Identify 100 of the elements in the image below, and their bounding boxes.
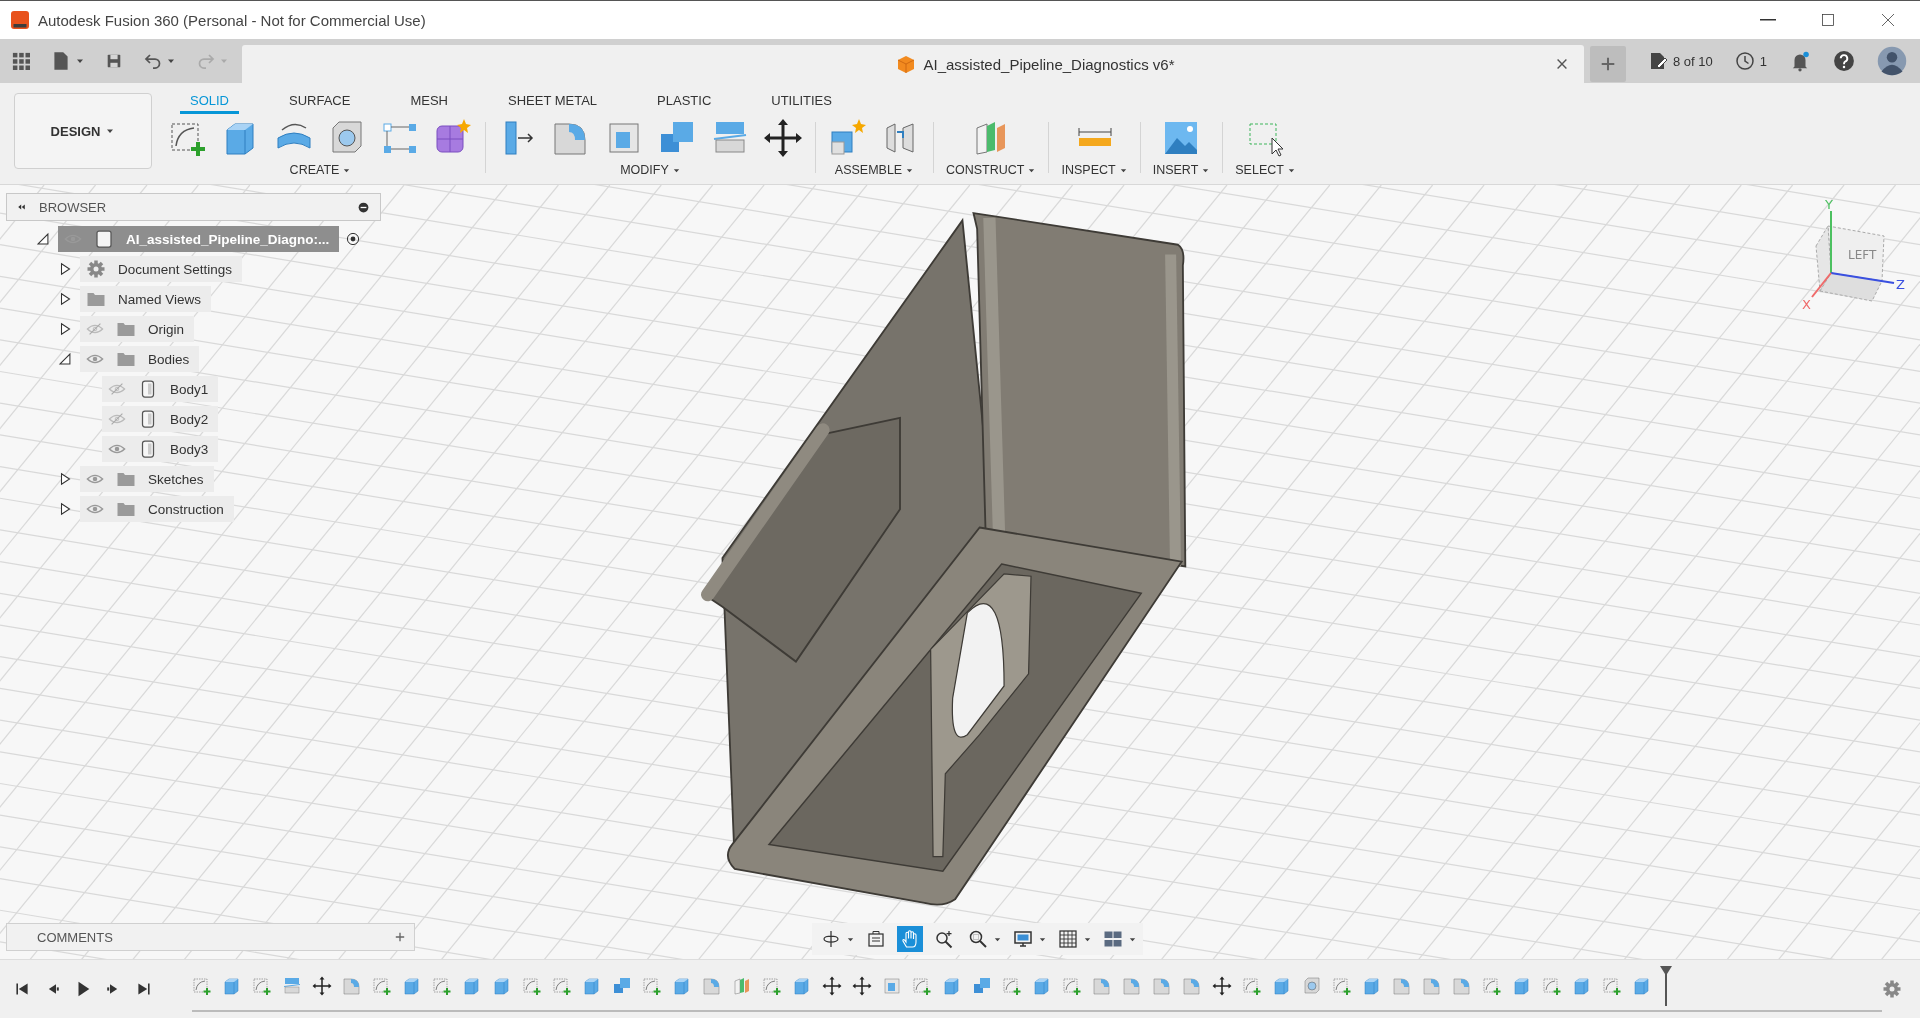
job-count: 1 [1759,53,1767,69]
clock-icon [1734,51,1755,71]
fillet-icon [1392,976,1412,996]
tree-item[interactable]: Bodies [80,346,200,372]
look-at-icon [866,929,886,949]
extrude-box-icon [402,976,422,996]
document-pencil-icon [1648,51,1668,71]
toolbar-tab[interactable]: SHEET METAL [498,93,608,114]
new-component-icon [828,118,868,158]
sketch-icon [762,976,782,996]
tool-group-menu[interactable]: SELECT [1235,163,1296,177]
undo-icon [143,51,163,71]
gear-icon [1882,979,1902,999]
workspace-dropdown[interactable]: DESIGN [14,93,152,169]
extrude-box-icon [1272,976,1292,996]
extrude-box-icon [942,976,962,996]
extrude-box-icon [462,976,482,996]
gear-icon [86,259,106,279]
plus-icon [1599,55,1617,73]
fillet-icon [342,976,362,996]
display-icon [1013,929,1033,949]
extrude-box-icon [222,976,242,996]
fillet-icon [1422,976,1442,996]
sketch-icon [1332,976,1352,996]
axis-label: Z [1896,277,1905,292]
zoom-icon [934,929,954,949]
tool-group-menu[interactable]: CREATE [289,163,352,177]
tool-group-menu[interactable]: ASSEMBLE [834,163,915,177]
tree-item[interactable]: Sketches [80,466,214,492]
save-icon [105,52,123,70]
version-count: 8 of 10 [1673,53,1713,69]
sketch-icon [372,976,392,996]
toolbar-tab[interactable]: SURFACE [279,93,361,114]
sketch-icon [522,976,542,996]
extrude-box-icon [1362,976,1382,996]
pan-hand-icon [900,929,920,949]
extrude-box-icon [1512,976,1532,996]
combine-icon [612,976,632,996]
tree-item[interactable]: Document Settings [80,256,243,282]
browser-title: BROWSER [39,199,108,215]
sketch-icon [642,976,662,996]
fillet-icon [1452,976,1472,996]
extrude-box-icon [1572,976,1592,996]
apps-grid-icon [12,52,30,70]
window-title: Autodesk Fusion 360 (Personal - Not for Commercial Use) [38,11,426,29]
comments-title: COMMENTS [37,929,114,945]
tool-group-menu[interactable]: MODIFY [620,163,681,177]
avatar-icon [1877,46,1907,76]
tool-group-menu[interactable]: INSERT [1152,163,1211,177]
sketch-icon [192,976,212,996]
combine-icon [972,976,992,996]
tool-group-menu[interactable]: CONSTRUCT [946,163,1037,177]
extrude-box-icon [492,976,512,996]
sketch-icon [552,976,572,996]
tool-group-menu[interactable]: INSPECT [1061,163,1128,177]
tree-item[interactable]: Construction [80,496,234,522]
hole-icon [1302,976,1322,996]
tree-item[interactable]: Body1 [102,376,219,402]
shell-icon [882,976,902,996]
sketch-icon [432,976,452,996]
axis-label: Y [1825,197,1833,212]
document-tab[interactable]: AI_assisted_Pipeline_Diagnostics v6* [242,45,1584,83]
component-icon [94,229,114,249]
grid-icon [1058,929,1078,949]
toolbar-tab[interactable]: MESH [400,93,458,114]
sketch-icon [1542,976,1562,996]
zoom-window-icon [968,929,988,949]
tree-item[interactable]: Body2 [102,406,219,432]
orbit-icon [821,929,841,949]
playhead-marker[interactable] [1660,966,1672,1006]
fillet-icon [1182,976,1202,996]
axis-label: X [1802,297,1811,312]
move-arrows-icon [1212,976,1232,996]
extrude-box-icon [792,976,812,996]
tree-item[interactable]: Named Views [80,286,212,312]
redo-icon [196,51,216,71]
tree-item[interactable]: Origin [80,316,194,342]
sketch-icon [912,976,932,996]
skip-start-icon [14,981,30,997]
toolbar-tab[interactable]: PLASTIC [647,93,722,114]
fillet-icon [1122,976,1142,996]
move-arrows-icon [763,118,803,158]
view-cube-drawing[interactable] [1815,225,1885,302]
target-icon [345,231,362,247]
toolbar-tab[interactable]: UTILITIES [761,93,842,114]
extrude-box-icon [1632,976,1652,996]
sketch-icon [1242,976,1262,996]
new-tab-button[interactable] [1590,46,1626,82]
cube-icon [895,54,916,74]
help-icon [1833,50,1855,72]
tree-item[interactable]: Body3 [102,436,219,462]
sketch-icon [1062,976,1082,996]
document-title: AI_assisted_Pipeline_Diagnostics v6* [923,55,1175,73]
extrude-box-icon [582,976,602,996]
plane-icon [732,976,752,996]
minimize-icon[interactable] [1760,19,1776,21]
sketch-icon [1002,976,1022,996]
plus-icon [394,931,406,943]
move-arrows-icon [822,976,842,996]
minus-circle-icon [357,200,370,214]
